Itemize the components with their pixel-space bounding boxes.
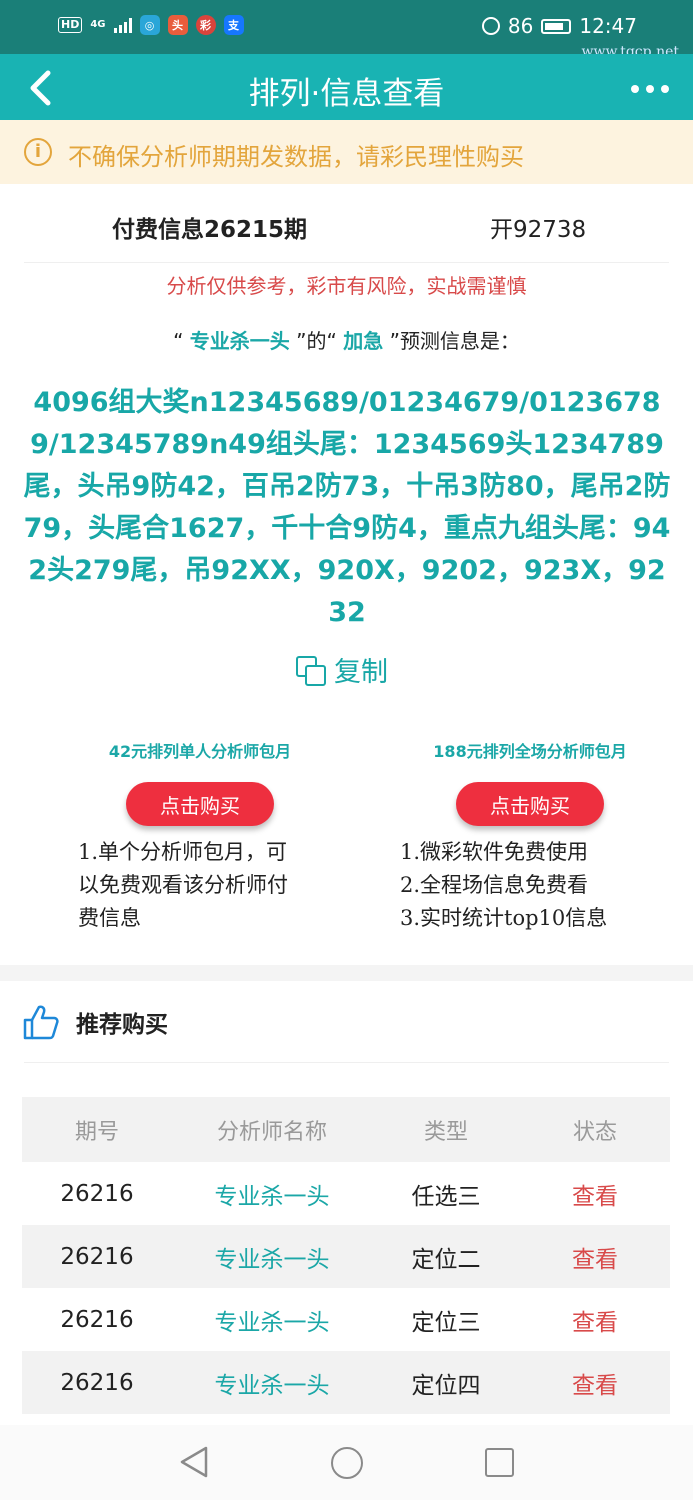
lottery-app-icon: 彩 xyxy=(195,15,216,35)
warning-text: 不确保分析师期期发数据，请彩民理性购买 xyxy=(68,143,524,171)
view-link[interactable]: 查看 xyxy=(520,1303,670,1337)
buy-all-button[interactable]: 点击购买 xyxy=(456,782,604,826)
open-result: 开92738 xyxy=(490,217,587,243)
type-cell: 定位三 xyxy=(411,1309,481,1336)
issue-cell: 26216 xyxy=(60,1306,134,1333)
benefit-item: 1.单个分析师包月，可以免费观看该分析师付费信息 xyxy=(78,840,288,930)
analyst-link[interactable]: 专业杀一头 xyxy=(172,1240,372,1274)
col-type: 类型 xyxy=(423,1119,468,1145)
benefit-item: 2.全程场信息免费看 xyxy=(400,873,589,897)
nav-home-icon[interactable] xyxy=(331,1447,363,1479)
package-benefits: 1.单个分析师包月，可以免费观看该分析师付费信息 xyxy=(40,836,290,935)
benefit-item: 1.微彩软件免费使用 xyxy=(400,840,589,864)
table-row[interactable]: 26216 专业杀一头 定位二 查看 xyxy=(22,1225,670,1288)
type-cell: 任选三 xyxy=(411,1183,481,1210)
predict-suffix: ”预测信息是： xyxy=(383,329,520,353)
status-right: 86 12:47 xyxy=(481,14,637,38)
prediction-text: 4096组大奖n12345689/01234679/01236789/12345… xyxy=(23,387,671,628)
copy-label: 复制 xyxy=(334,657,388,688)
package-all: 188元排列全场分析师包月 点击购买 1.微彩软件免费使用 2.全程场信息免费看… xyxy=(370,738,690,935)
battery-percent: 86 xyxy=(507,14,534,38)
package-benefits: 1.微彩软件免费使用 2.全程场信息免费看 3.实时统计top10信息 xyxy=(370,836,690,935)
news-app-icon: 头 xyxy=(167,15,188,35)
type-cell: 定位四 xyxy=(411,1372,481,1399)
benefit-item: 3.实时统计top10信息 xyxy=(400,906,608,930)
status-bar: HD 4G ◎ 头 彩 支 86 12:47 www.tqcp.net xyxy=(0,0,693,60)
col-issue: 期号 xyxy=(74,1119,119,1145)
battery-icon xyxy=(541,18,572,34)
recommend-table: 期号 分析师名称 类型 状态 26216 专业杀一头 任选三 查看 26216 … xyxy=(22,1097,670,1414)
prediction-label: “ 专业杀一头 ”的“ 加急 ”预测信息是： xyxy=(0,325,693,354)
alarm-icon xyxy=(481,17,500,35)
system-nav-bar xyxy=(0,1425,693,1500)
nav-recents-icon[interactable] xyxy=(485,1448,514,1477)
info-title: 付费信息26215期 xyxy=(112,217,308,243)
issue-cell: 26216 xyxy=(60,1243,134,1270)
copy-button[interactable]: 复制 xyxy=(296,650,388,689)
more-options-icon[interactable] xyxy=(631,85,669,93)
copy-icon xyxy=(296,655,326,686)
issue-cell: 26216 xyxy=(60,1180,134,1207)
section-divider xyxy=(0,965,693,981)
view-link[interactable]: 查看 xyxy=(520,1240,670,1274)
recommend-header: 推荐购买 xyxy=(22,1003,168,1041)
analyst-link[interactable]: 专业杀一头 xyxy=(172,1177,372,1211)
thumbs-up-icon xyxy=(23,1005,59,1040)
info-icon: i xyxy=(24,138,52,166)
weather-app-icon: ◎ xyxy=(139,15,160,35)
page-title: 排列·信息查看 xyxy=(248,76,445,112)
network-type: 4G xyxy=(90,19,106,30)
analyst-link[interactable]: 专业杀一头 xyxy=(172,1366,372,1400)
view-link[interactable]: 查看 xyxy=(520,1366,670,1400)
table-row[interactable]: 26216 专业杀一头 定位三 查看 xyxy=(22,1288,670,1351)
analyst-link[interactable]: 专业杀一头 xyxy=(172,1303,372,1337)
risk-note: 分析仅供参考，彩市有风险，实战需谨慎 xyxy=(166,274,527,298)
view-link[interactable]: 查看 xyxy=(520,1177,670,1211)
table-row[interactable]: 26216 专业杀一头 任选三 查看 xyxy=(22,1162,670,1225)
status-left: HD 4G ◎ 头 彩 支 xyxy=(58,15,244,35)
buy-single-button[interactable]: 点击购买 xyxy=(126,782,274,826)
warning-banner: i 不确保分析师期期发数据，请彩民理性购买 xyxy=(0,120,693,184)
issue-cell: 26216 xyxy=(60,1369,134,1396)
alipay-icon: 支 xyxy=(223,15,244,35)
divider xyxy=(24,262,669,263)
signal-icon xyxy=(113,17,132,33)
table-header: 期号 分析师名称 类型 状态 xyxy=(22,1097,670,1162)
urgency-tag: 加急 xyxy=(343,329,384,353)
package-title: 188元排列全场分析师包月 xyxy=(433,742,627,761)
package-single: 42元排列单人分析师包月 点击购买 1.单个分析师包月，可以免费观看该分析师付费… xyxy=(40,738,360,935)
col-analyst: 分析师名称 xyxy=(216,1119,327,1145)
analyst-name[interactable]: 专业杀一头 xyxy=(190,329,290,353)
predict-prefix: “ xyxy=(173,329,190,353)
type-cell: 定位二 xyxy=(411,1246,481,1273)
table-row[interactable]: 26216 专业杀一头 定位四 查看 xyxy=(22,1351,670,1414)
nav-back-icon[interactable] xyxy=(178,1445,210,1479)
package-title: 42元排列单人分析师包月 xyxy=(108,742,292,761)
hd-indicator: HD xyxy=(58,17,83,33)
predict-mid: ”的“ xyxy=(289,329,344,353)
app-header: 排列·信息查看 xyxy=(0,54,693,120)
divider xyxy=(24,1062,669,1063)
col-status: 状态 xyxy=(572,1119,617,1145)
recommend-title: 推荐购买 xyxy=(76,1012,168,1038)
clock: 12:47 xyxy=(579,14,637,38)
